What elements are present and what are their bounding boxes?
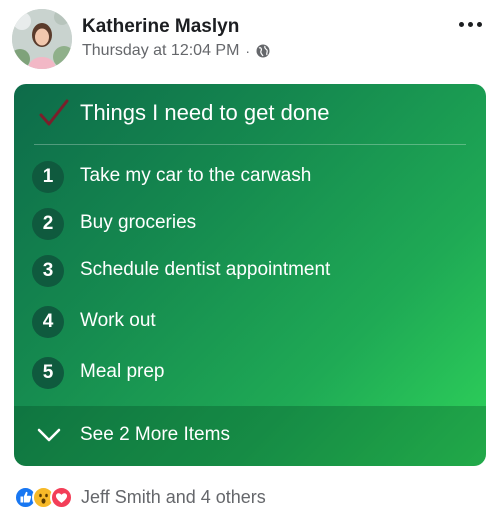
task-number: 3 bbox=[32, 255, 64, 287]
task-number: 5 bbox=[32, 357, 64, 389]
list-item: 3 Schedule dentist appointment bbox=[14, 252, 486, 292]
globe-icon bbox=[256, 44, 270, 58]
checklist-card: Things I need to get done 1 Take my car … bbox=[14, 84, 486, 466]
checkmark-icon bbox=[36, 98, 72, 128]
task-text: Work out bbox=[80, 310, 156, 331]
post-header: Katherine Maslyn Thursday at 12:04 PM · bbox=[0, 0, 500, 80]
avatar[interactable] bbox=[12, 9, 72, 69]
reactions-bar: Jeff Smith and 4 others bbox=[14, 484, 266, 510]
reactions-summary[interactable]: Jeff Smith and 4 others bbox=[81, 487, 266, 508]
see-more-label: See 2 More Items bbox=[80, 424, 230, 445]
task-text: Take my car to the carwash bbox=[80, 165, 312, 186]
post-timestamp[interactable]: Thursday at 12:04 PM bbox=[82, 42, 239, 60]
divider bbox=[34, 144, 466, 145]
checklist-title: Things I need to get done bbox=[80, 100, 330, 125]
checklist-header: Things I need to get done bbox=[14, 84, 486, 144]
love-icon bbox=[50, 485, 73, 509]
task-number: 2 bbox=[32, 208, 64, 240]
author-name[interactable]: Katherine Maslyn bbox=[82, 16, 239, 38]
chevron-down-icon bbox=[36, 426, 62, 444]
list-item: 2 Buy groceries bbox=[14, 205, 486, 245]
task-number: 1 bbox=[32, 161, 64, 193]
reaction-icons[interactable] bbox=[14, 485, 73, 509]
task-text: Meal prep bbox=[80, 361, 165, 382]
post-meta: Thursday at 12:04 PM · bbox=[82, 42, 270, 60]
see-more-button[interactable]: See 2 More Items bbox=[14, 406, 486, 466]
list-item: 1 Take my car to the carwash bbox=[14, 158, 486, 198]
task-number: 4 bbox=[32, 306, 64, 338]
more-options-icon[interactable] bbox=[454, 10, 486, 38]
task-text: Buy groceries bbox=[80, 212, 197, 233]
list-item: 4 Work out bbox=[14, 303, 486, 343]
list-item: 5 Meal prep bbox=[14, 354, 486, 394]
meta-separator: · bbox=[245, 43, 251, 59]
task-text: Schedule dentist appointment bbox=[80, 259, 331, 280]
